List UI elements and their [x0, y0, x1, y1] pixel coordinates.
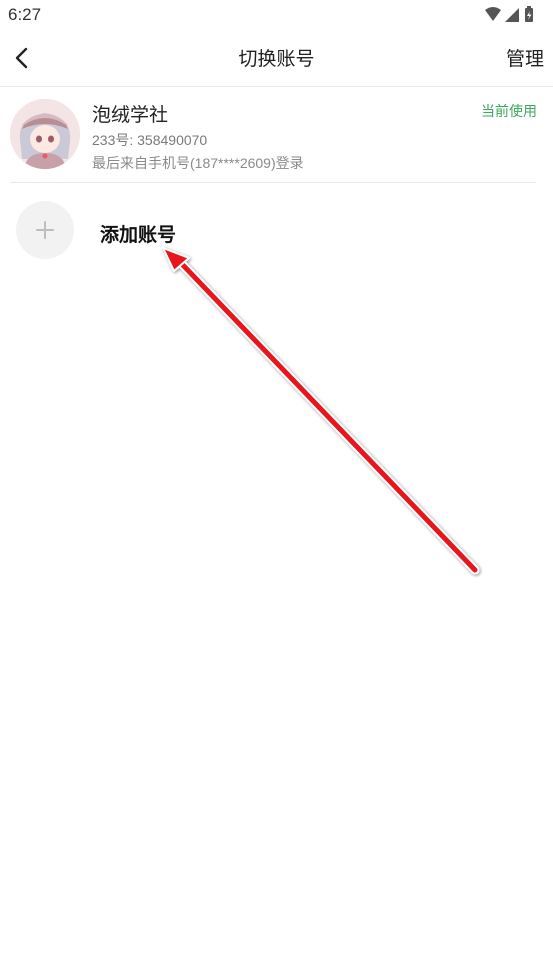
account-name: 泡绒学社 [92, 104, 169, 126]
add-account-button[interactable]: 添加账号 [0, 196, 553, 266]
add-account-label[interactable]: 添加账号 [100, 220, 176, 247]
page-title: 切换账号 [238, 48, 315, 70]
status-time: 6:27 [8, 5, 42, 24]
current-account-badge: 当前使用 [481, 104, 537, 120]
wifi-icon [485, 7, 501, 21]
divider [10, 182, 536, 183]
avatar-illustration [10, 99, 80, 169]
plus-icon [36, 221, 54, 239]
nav-bar: 切换账号 管理 [0, 30, 553, 87]
account-card[interactable]: 泡绒学社 233号: 358490070 最后来自手机号(187****2609… [0, 88, 553, 182]
status-bar: 6:27 [0, 0, 553, 30]
signal-icon [505, 8, 519, 22]
status-icons [485, 6, 533, 22]
add-account-circle[interactable] [16, 201, 74, 259]
account-id: 233号: 358490070 [92, 132, 208, 148]
account-login-info: 最后来自手机号(187****2609)登录 [92, 155, 304, 171]
manage-button[interactable]: 管理 [506, 44, 544, 71]
arrow-shape [162, 247, 480, 575]
avatar [10, 99, 80, 169]
battery-icon [525, 6, 533, 22]
